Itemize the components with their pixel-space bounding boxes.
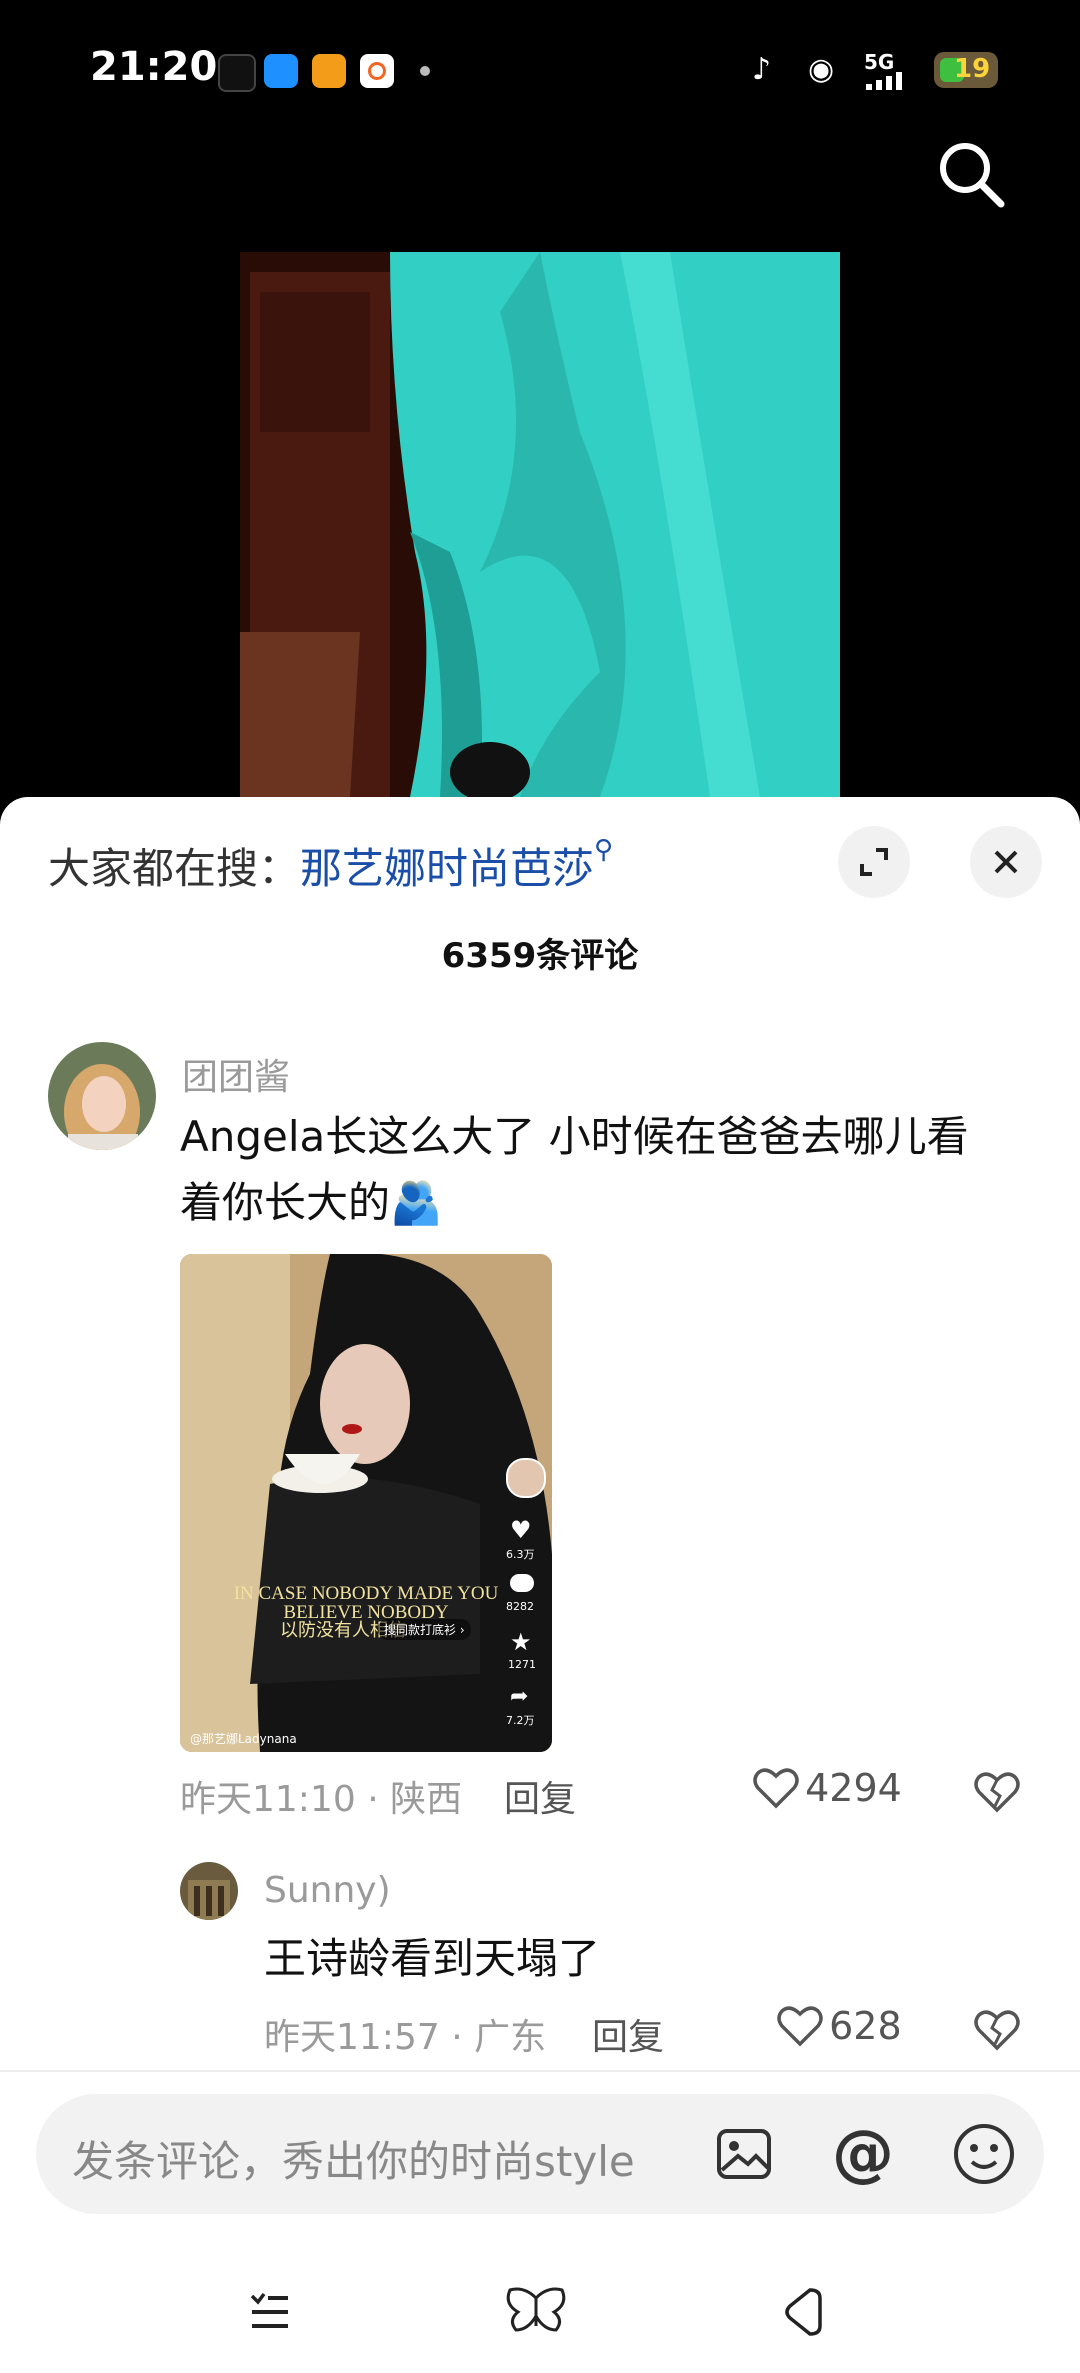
signal-icon bbox=[866, 72, 906, 90]
butterfly-icon[interactable] bbox=[504, 2286, 568, 2340]
close-icon bbox=[994, 850, 1018, 874]
comment-count: 6359条评论 bbox=[441, 936, 639, 976]
comment-meta: 昨天11:10 · 陕西 bbox=[180, 1779, 463, 1820]
caption-line: IN CASE NOBODY MADE YOU bbox=[233, 1583, 499, 1604]
signal-5g-label: 5G bbox=[864, 50, 895, 74]
status-bar: 21:20 ♪ ◉ 5G 19 bbox=[0, 0, 1080, 208]
image-like-count: 6.3万 bbox=[506, 1548, 535, 1561]
back-icon[interactable] bbox=[780, 2286, 824, 2342]
reply-meta: 昨天11:57 · 广东 bbox=[264, 2017, 547, 2058]
app-icon-1 bbox=[218, 54, 256, 92]
menu-icon[interactable] bbox=[248, 2288, 292, 2336]
reply-button[interactable]: 回复 bbox=[592, 2008, 664, 2060]
comment-username[interactable]: 团团酱 bbox=[182, 1048, 290, 1100]
image-comment-icon bbox=[510, 1574, 534, 1592]
keyword-search-icon: ⚲ bbox=[594, 835, 614, 865]
image-comment-count: 8282 bbox=[506, 1600, 534, 1613]
heart-icon bbox=[753, 1768, 799, 1809]
image-author: @那艺娜Ladynana bbox=[190, 1732, 297, 1746]
like-count: 4294 bbox=[805, 1766, 902, 1810]
image-fav-count: 1271 bbox=[508, 1658, 536, 1671]
broken-heart-icon bbox=[974, 1772, 1020, 1813]
emoji-icon[interactable] bbox=[952, 2122, 1016, 2190]
dislike-button[interactable] bbox=[972, 1768, 1022, 1820]
more-dot-icon bbox=[420, 66, 430, 76]
heart-icon bbox=[777, 2006, 823, 2047]
app-icon-3 bbox=[312, 54, 346, 88]
comment-text-line: 着你长大的🫂 bbox=[180, 1178, 443, 1227]
like-count: 628 bbox=[829, 2004, 902, 2048]
comment-text: Angela长这么大了 小时候在爸爸去哪儿看 着你长大的🫂 bbox=[180, 1104, 1040, 1236]
image-share-icon: ➦ bbox=[510, 1684, 529, 1709]
reply-avatar[interactable] bbox=[180, 1862, 238, 1920]
image-avatar bbox=[506, 1458, 546, 1498]
expand-button[interactable] bbox=[838, 826, 910, 898]
trending-label: 大家都在搜： bbox=[48, 844, 301, 893]
like-button[interactable]: 4294 bbox=[752, 1764, 902, 1820]
comment-input[interactable]: 发条评论，秀出你的时尚style @ bbox=[36, 2094, 1044, 2214]
system-nav-bar bbox=[0, 2250, 1080, 2373]
image-heart-icon: ♥ bbox=[510, 1516, 532, 1544]
app-icon-4 bbox=[360, 54, 394, 88]
dislike-button[interactable] bbox=[972, 2006, 1022, 2058]
image-star-icon: ★ bbox=[510, 1628, 532, 1656]
app-icon-2 bbox=[264, 54, 298, 88]
comment-image[interactable]: IN CASE NOBODY MADE YOU BELIEVE NOBODY 以… bbox=[180, 1254, 552, 1752]
nfc-icon: ♪ bbox=[752, 52, 772, 87]
trending-search[interactable]: 大家都在搜：那艺娜时尚芭莎⚲ bbox=[48, 835, 613, 896]
trending-keyword[interactable]: 那艺娜时尚芭莎 bbox=[300, 844, 594, 893]
reply-button[interactable]: 回复 bbox=[504, 1770, 576, 1822]
close-button[interactable] bbox=[970, 826, 1042, 898]
image-picker-icon[interactable] bbox=[716, 2128, 772, 2184]
divider bbox=[0, 2070, 1080, 2072]
like-button[interactable]: 628 bbox=[776, 2002, 902, 2058]
image-tag: 搜同款打底衫 › bbox=[378, 1619, 471, 1640]
comment-input-placeholder: 发条评论，秀出你的时尚style bbox=[72, 2137, 635, 2186]
expand-icon bbox=[860, 848, 888, 876]
video-frame[interactable] bbox=[240, 252, 840, 797]
avatar[interactable] bbox=[48, 1042, 156, 1150]
battery-level: 19 bbox=[954, 54, 991, 84]
comment-text-line: Angela长这么大了 小时候在爸爸去哪儿看 bbox=[180, 1112, 969, 1161]
battery-icon: 19 bbox=[934, 52, 998, 88]
image-share-count: 7.2万 bbox=[506, 1714, 535, 1727]
wifi-icon: ◉ bbox=[808, 52, 835, 87]
broken-heart-icon bbox=[974, 2010, 1020, 2051]
status-time: 21:20 bbox=[90, 44, 218, 90]
reply-username[interactable]: Sunny) bbox=[264, 1870, 391, 1911]
search-icon[interactable] bbox=[935, 138, 1007, 210]
mention-icon[interactable]: @ bbox=[832, 2116, 894, 2189]
reply-text: 王诗龄看到天塌了 bbox=[264, 1934, 601, 1983]
